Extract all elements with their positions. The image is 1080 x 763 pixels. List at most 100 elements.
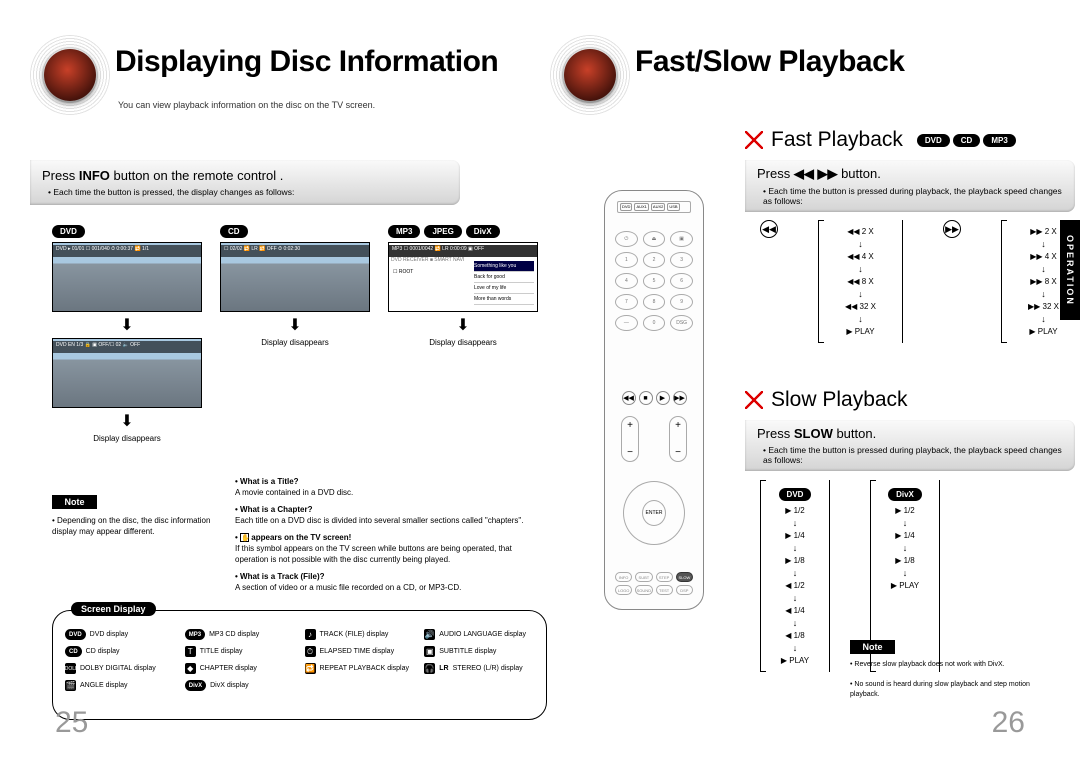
speed-step: ▶ PLAY (761, 656, 829, 665)
slow-note-2: • No sound is heard during slow playback… (850, 680, 1060, 700)
slow-note-1: • Reverse slow playback does not work wi… (850, 660, 1060, 670)
down-arrow-icon: ⬇ (220, 315, 370, 335)
badge-divx: DivX (888, 488, 922, 501)
remote-btn: INFO (615, 572, 632, 582)
speed-step: ◀ 1/8 (761, 631, 829, 640)
speed-step: ▶ PLAY (871, 581, 939, 590)
def-a3: If this symbol appears on the TV screen … (235, 543, 535, 565)
remote-play-button: ▶ (656, 391, 670, 405)
page-number-25: 25 (55, 706, 88, 740)
operation-side-tab: OPERATION (1060, 220, 1080, 320)
slow-dvd-col: DVD ▶ 1/2↓ ▶ 1/4↓ ▶ 1/8↓ ◀ 1/2↓ ◀ 1/4↓ ◀… (760, 480, 830, 672)
remote-num-2: 2 (643, 252, 666, 268)
remote-num-3: 3 (670, 252, 693, 268)
fast-note: • Each time the button is pressed during… (757, 186, 1063, 206)
intro-text: You can view playback information on the… (118, 100, 375, 110)
badge-jpeg: JPEG (424, 225, 461, 238)
instruction-bar-info: Press INFO button on the remote control … (30, 160, 460, 205)
speed-step: ▶ 1/2 (871, 506, 939, 515)
thumb-col-mp3: MP3 JPEG DivX MP3 ☐ 0001/0042 🔁 LR 0:00:… (388, 225, 538, 443)
thumbnail-row: DVD DVD ▸ 01/01 ☐ 001/040 ⏱ 0:00:37 🔁 1/… (52, 225, 538, 443)
caption-disappears-3: Display disappears (388, 338, 538, 347)
badge-dvd: DVD (779, 488, 812, 501)
speed-step: ◀ 1/2 (761, 581, 829, 590)
remote-btn: SUBT (635, 572, 652, 582)
thumb-dvd-1: DVD ▸ 01/01 ☐ 001/040 ⏱ 0:00:37 🔁 1/1 (52, 242, 202, 312)
remote-num-6: 6 (670, 273, 693, 289)
mp3-track: Something like you (474, 261, 534, 272)
definitions: What is a Title? A movie contained in a … (235, 470, 535, 593)
speed-step: ◀◀ 32 X (819, 302, 902, 311)
mp3-track: Love of my life (474, 283, 534, 294)
screen-display-tab: Screen Display (71, 602, 156, 616)
remote-rewind-button: ◀◀ (622, 391, 636, 405)
osd-cd: ☐ 02/02 🔁 LR 🔂 OFF ⏱ 0:02:30 (221, 245, 369, 257)
osd-mp3-top: MP3 ☐ 0001/0042 🔁 LR 0:00:09 ▣ OFF (389, 245, 537, 257)
remote-band-button: ▣ (670, 231, 693, 247)
sd-chapter: ◆CHAPTER display (185, 663, 295, 674)
mp3-root: ☐ ROOT (393, 269, 413, 275)
down-arrow-icon: ⬇ (52, 315, 202, 335)
remote-tuning-rocker: +− (669, 416, 687, 462)
screen-display-box: Screen Display DVDDVD display MP3MP3 CD … (52, 610, 547, 720)
sd-subtitle: ▣SUBTITLE display (424, 646, 534, 657)
instr-note: • Each time the button is pressed, the d… (42, 187, 448, 197)
remote-num-0: 0 (643, 315, 666, 331)
def-a4: A section of video or a music file recor… (235, 582, 535, 593)
instruction-bar-slow: Press SLOW button. • Each time the butto… (745, 420, 1075, 471)
sd-angle: 🎬ANGLE display (65, 680, 175, 691)
note-badge-slow: Note (850, 640, 895, 654)
remote-num-7: 7 (615, 294, 638, 310)
forward-button-icon: ▶▶ (943, 220, 961, 238)
note-badge: Note (52, 495, 97, 509)
sd-dolby: ▯▯DOLBYDOLBY DIGITAL display (65, 663, 175, 674)
sd-track: ♪TRACK (FILE) display (305, 629, 415, 640)
badge-cd: CD (220, 225, 248, 238)
speed-step: ◀◀ 2 X (819, 227, 902, 236)
slow-note-text: • Reverse slow playback does not work wi… (850, 660, 1060, 700)
mp3-track: Back for good (474, 272, 534, 283)
badge-divx: DivX (466, 225, 500, 238)
badge-dvd: DVD (52, 225, 85, 238)
sd-elapsed: ⏱ELAPSED TIME display (305, 646, 415, 657)
sd-repeat: 🔁REPEAT PLAYBACK display (305, 663, 415, 674)
remote-num-1: 1 (615, 252, 638, 268)
caption-disappears-2: Display disappears (220, 338, 370, 347)
instruction-bar-fast: Press ◀◀ ▶▶ button. • Each time the butt… (745, 160, 1075, 212)
page-title-left: Displaying Disc Information (115, 45, 498, 79)
remote-number-pad: ⏻ ⏏ ▣ 1 2 3 4 5 6 7 8 9 — 0 DSG (615, 231, 693, 331)
speed-step: ◀ 1/4 (761, 606, 829, 615)
speed-step: ▶ 1/2 (761, 506, 829, 515)
instr-post: button on the remote control . (110, 168, 283, 183)
def-q2: What is a Chapter? (235, 504, 535, 515)
badge-dvd: DVD (917, 134, 950, 147)
thumb-col-dvd: DVD DVD ▸ 01/01 ☐ 001/040 ⏱ 0:00:37 🔁 1/… (52, 225, 202, 443)
speed-step: ▶ 1/8 (761, 556, 829, 565)
fast-heading: Fast Playback (771, 128, 903, 152)
speed-step: ▶ 1/4 (761, 531, 829, 540)
speaker-decor-icon (30, 35, 110, 115)
caption-disappears-1: Display disappears (52, 434, 202, 443)
speed-step: ▶ 1/4 (871, 531, 939, 540)
instr-pre: Press (42, 168, 79, 183)
rewind-icon: ◀◀ ▶▶ (794, 166, 838, 181)
remote-transport: ◀◀ ■ ▶ ▶▶ (615, 391, 693, 405)
fast-speed-diagram: ◀◀ ◀◀ 2 X↓ ◀◀ 4 X↓ ◀◀ 8 X↓ ◀◀ 32 X↓ ▶ PL… (760, 220, 1080, 343)
osd-dvd-2: DVD EN 1/3 🔒 ▣ OFF/☐ 02 🔈 OFF (53, 341, 201, 353)
chevron-icon (745, 131, 763, 149)
instr-bold: INFO (79, 168, 110, 183)
remote-screen: DVD AUX1 AUX2 USB (617, 201, 691, 213)
remote-btn: DSP (676, 585, 693, 595)
remote-forward-button: ▶▶ (673, 391, 687, 405)
thumb-col-cd: CD ☐ 02/02 🔁 LR 🔂 OFF ⏱ 0:02:30 ⬇ Displa… (220, 225, 370, 443)
speed-step: ▶ PLAY (1002, 327, 1080, 336)
thumb-mp3: MP3 ☐ 0001/0042 🔁 LR 0:00:09 ▣ OFF DVD R… (388, 242, 538, 312)
badge-cd: CD (953, 134, 981, 147)
remote-dash: — (615, 315, 638, 331)
remote-slow-button: SLOW (676, 572, 693, 582)
mp3-tracklist: Something like you Back for good Love of… (474, 261, 534, 305)
page-number-26: 26 (992, 706, 1025, 740)
remote-bottom-row: INFO SUBT STEP SLOW LOGO SOUND TEST DSP (615, 572, 693, 595)
remote-num-5: 5 (643, 273, 666, 289)
page-title-right: Fast/Slow Playback (635, 45, 904, 79)
